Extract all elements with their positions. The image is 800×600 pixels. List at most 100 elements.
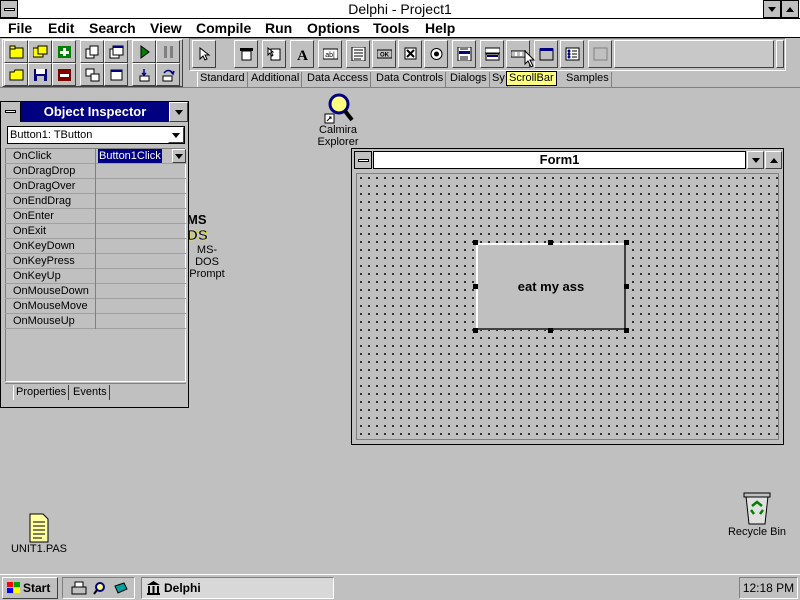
trace-into-button[interactable] bbox=[132, 63, 156, 86]
oi-system-menu-button[interactable] bbox=[1, 102, 21, 122]
event-row-onkeyup[interactable]: OnKeyUp bbox=[5, 269, 186, 284]
new-form-button[interactable] bbox=[104, 63, 128, 86]
new-form-icon bbox=[110, 69, 123, 81]
open-project-button[interactable] bbox=[4, 40, 28, 63]
pointer-tool-button[interactable] bbox=[192, 40, 216, 68]
ms-dos-icon: MSDS bbox=[187, 212, 208, 244]
tab-events[interactable]: Events bbox=[71, 385, 110, 400]
run-icon bbox=[140, 45, 150, 59]
edit-icon: ab| bbox=[323, 48, 338, 60]
menu-compile[interactable]: Compile bbox=[196, 20, 251, 36]
desktop-icon-recycle-bin[interactable]: Recycle Bin bbox=[724, 490, 790, 538]
taskbar-button-delphi[interactable]: Delphi bbox=[141, 577, 334, 599]
add-file-button[interactable] bbox=[52, 40, 76, 63]
checkbox-component[interactable] bbox=[398, 40, 422, 68]
toggle-form-unit-button[interactable] bbox=[80, 63, 104, 86]
form-maximize-button[interactable] bbox=[765, 151, 782, 169]
menu-run[interactable]: Run bbox=[265, 20, 292, 36]
component-selector[interactable]: Button1: TButton bbox=[7, 126, 185, 144]
form-system-menu-button[interactable] bbox=[354, 151, 372, 169]
open-file-icon bbox=[9, 69, 24, 81]
event-row-onexit[interactable]: OnExit bbox=[5, 224, 186, 239]
tab-samples[interactable]: Samples bbox=[564, 72, 612, 87]
component-selector-dropdown[interactable] bbox=[168, 127, 184, 143]
event-row-onclick[interactable]: OnClick Button1Click bbox=[5, 149, 186, 164]
tab-dialogs[interactable]: Dialogs bbox=[448, 72, 490, 87]
menu-view[interactable]: View bbox=[150, 20, 182, 36]
radio-button-component[interactable] bbox=[424, 40, 448, 68]
save-all-icon bbox=[33, 45, 48, 58]
desktop-icon-calmira-explorer[interactable]: Calmira Explorer bbox=[314, 92, 362, 148]
minimize-button[interactable] bbox=[763, 0, 781, 18]
event-row-onmousemove[interactable]: OnMouseMove bbox=[5, 299, 186, 314]
pause-button[interactable] bbox=[156, 40, 180, 63]
menu-edit[interactable]: Edit bbox=[48, 20, 74, 36]
panel-component[interactable] bbox=[588, 40, 612, 68]
event-row-ondragdrop[interactable]: OnDragDrop bbox=[5, 164, 186, 179]
menu-options[interactable]: Options bbox=[307, 20, 360, 36]
event-row-onenter[interactable]: OnEnter bbox=[5, 209, 186, 224]
tab-standard[interactable]: Standard bbox=[197, 72, 248, 87]
menu-help[interactable]: Help bbox=[425, 20, 455, 36]
tab-data-access[interactable]: Data Access bbox=[305, 72, 372, 87]
combobox-component[interactable] bbox=[480, 40, 504, 68]
tab-data-controls[interactable]: Data Controls bbox=[374, 72, 447, 87]
add-file-icon bbox=[58, 46, 71, 58]
remove-file-button[interactable] bbox=[52, 63, 76, 86]
memo-component[interactable] bbox=[346, 40, 370, 68]
open-file-button[interactable] bbox=[4, 63, 28, 86]
select-unit-button[interactable] bbox=[80, 40, 104, 63]
menu-file[interactable]: File bbox=[8, 20, 32, 36]
desktop-icon-unit1-pas[interactable]: UNIT1.PAS bbox=[8, 513, 70, 555]
resize-handle-bottom-right[interactable] bbox=[624, 328, 629, 333]
resize-handle-top-right[interactable] bbox=[624, 240, 629, 245]
event-dropdown-button[interactable] bbox=[172, 149, 186, 163]
event-row-ondragover[interactable]: OnDragOver bbox=[5, 179, 186, 194]
groupbox-component[interactable] bbox=[534, 40, 558, 68]
resize-handle-bottom[interactable] bbox=[548, 328, 553, 333]
event-row-onkeydown[interactable]: OnKeyDown bbox=[5, 239, 186, 254]
form-minimize-button[interactable] bbox=[747, 151, 764, 169]
object-inspector-window: Object Inspector Button1: TButton OnClic… bbox=[0, 101, 189, 408]
disk-icon[interactable] bbox=[113, 581, 129, 596]
palette-scroll-button[interactable] bbox=[776, 40, 784, 68]
desktop-icon-ms-dos[interactable]: MS DS MS-DOS Prompt bbox=[187, 210, 227, 280]
menu-tools[interactable]: Tools bbox=[373, 20, 409, 36]
popup-menu-component[interactable] bbox=[262, 40, 286, 68]
memo-icon bbox=[351, 47, 366, 61]
explorer-icon[interactable] bbox=[91, 581, 107, 596]
radiogroup-component[interactable] bbox=[560, 40, 584, 68]
menu-search[interactable]: Search bbox=[89, 20, 136, 36]
button1[interactable]: eat my ass bbox=[476, 243, 626, 330]
select-form-button[interactable] bbox=[104, 40, 128, 63]
event-row-onmousedown[interactable]: OnMouseDown bbox=[5, 284, 186, 299]
tab-additional[interactable]: Additional bbox=[249, 72, 303, 87]
start-button[interactable]: Start bbox=[2, 577, 58, 599]
maximize-button[interactable] bbox=[781, 0, 799, 18]
save-file-button[interactable] bbox=[28, 63, 52, 86]
resize-handle-top-left[interactable] bbox=[473, 240, 478, 245]
object-inspector-title: Object Inspector bbox=[21, 102, 169, 122]
label-component[interactable]: A bbox=[290, 40, 314, 68]
open-project-icon bbox=[9, 45, 24, 59]
save-all-button[interactable] bbox=[28, 40, 52, 63]
oi-minimize-button[interactable] bbox=[169, 102, 188, 122]
listbox-component[interactable] bbox=[452, 40, 476, 68]
event-value-onclick[interactable]: Button1Click bbox=[98, 149, 162, 163]
resize-handle-bottom-left[interactable] bbox=[473, 328, 478, 333]
mouse-cursor-icon bbox=[524, 50, 536, 68]
event-row-onkeypress[interactable]: OnKeyPress bbox=[5, 254, 186, 269]
resize-handle-left[interactable] bbox=[473, 284, 478, 289]
event-row-onmouseup[interactable]: OnMouseUp bbox=[5, 314, 186, 329]
button-component[interactable]: OK bbox=[372, 40, 396, 68]
printer-icon[interactable] bbox=[71, 581, 87, 596]
run-button[interactable] bbox=[132, 40, 156, 63]
edit-component[interactable]: ab| bbox=[318, 40, 342, 68]
resize-handle-right[interactable] bbox=[624, 284, 629, 289]
svg-text:MS: MS bbox=[187, 212, 207, 227]
resize-handle-top[interactable] bbox=[548, 240, 553, 245]
main-menu-component[interactable] bbox=[234, 40, 258, 68]
step-over-button[interactable] bbox=[156, 63, 180, 86]
event-row-onenddrag[interactable]: OnEndDrag bbox=[5, 194, 186, 209]
tab-properties[interactable]: Properties bbox=[13, 385, 70, 400]
